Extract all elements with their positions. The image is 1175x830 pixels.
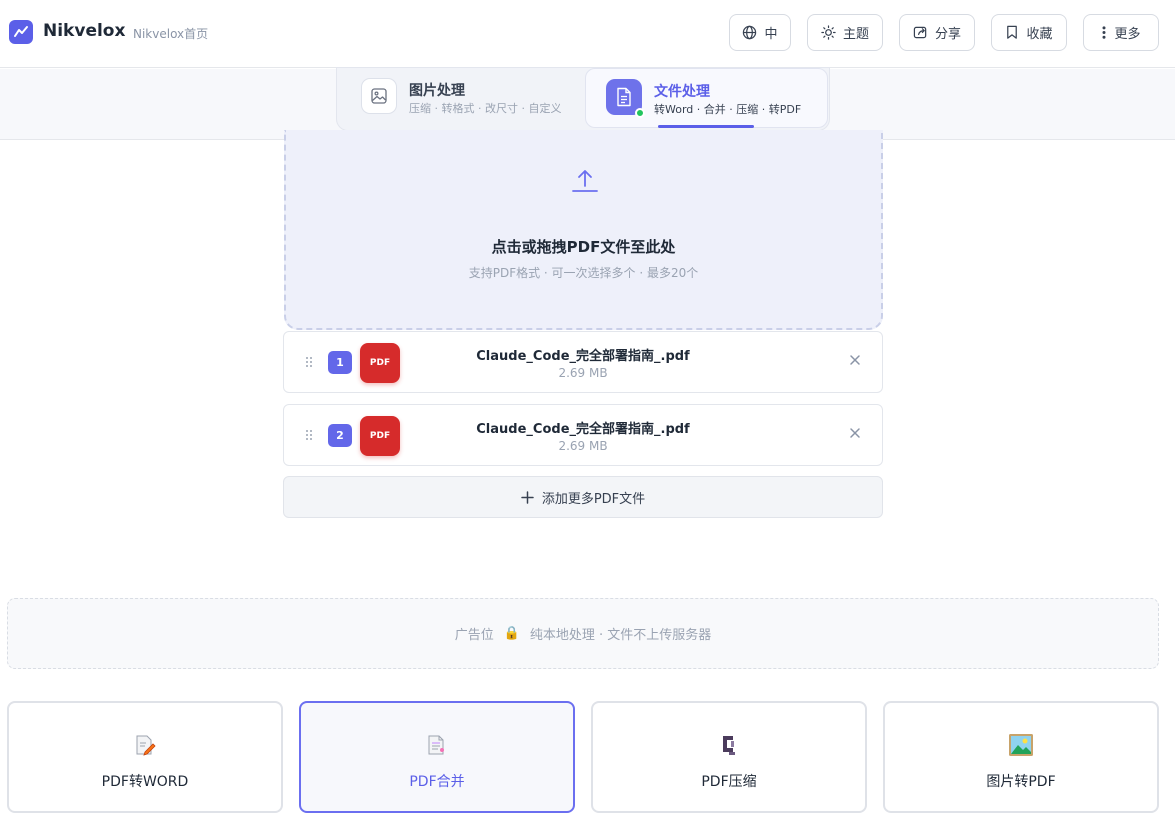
top-header: Nikvelox Nikvelox首页 中 主题 分享 收藏 更多: [0, 0, 1175, 68]
tool-image-to-pdf[interactable]: 图片转PDF: [883, 701, 1159, 813]
language-label: 中: [764, 27, 778, 42]
tool-pdf-merge[interactable]: PDF合并: [299, 701, 575, 813]
theme-button[interactable]: 主题: [807, 14, 883, 51]
tool-pdf-to-word[interactable]: PDF转WORD: [7, 701, 283, 813]
clamp-icon: [723, 736, 735, 755]
share-icon: [913, 26, 927, 39]
status-dot: [635, 108, 645, 118]
file-size: 2.69 MB: [558, 439, 608, 453]
upload-icon: [572, 170, 598, 192]
more-button[interactable]: 更多: [1083, 14, 1159, 51]
tab-subtitle: 转Word · 合并 · 压缩 · 转PDF: [654, 103, 802, 116]
image-icon: [361, 78, 397, 114]
tool-label: PDF转WORD: [101, 774, 189, 790]
tab-title: 文件处理: [654, 84, 710, 100]
plus-icon: [521, 490, 534, 504]
tab-title: 图片处理: [409, 83, 465, 99]
file-row[interactable]: 1 PDF Claude_Code_完全部署指南_.pdf 2.69 MB: [283, 331, 883, 393]
dropzone-subtitle: 支持PDF格式 · 可一次选择多个 · 最多20个: [468, 266, 699, 280]
more-label: 更多: [1114, 27, 1141, 42]
privacy-notice: 纯本地处理 · 文件不上传服务器: [529, 628, 712, 643]
share-button[interactable]: 分享: [899, 14, 975, 51]
file-size: 2.69 MB: [558, 366, 608, 380]
home-link[interactable]: Nikvelox首页: [133, 25, 208, 42]
tab-file-processing[interactable]: 文件处理 转Word · 合并 · 压缩 · 转PDF: [585, 68, 828, 128]
dropzone-title: 点击或拖拽PDF文件至此处: [491, 238, 676, 256]
tab-subtitle: 压缩 · 转格式 · 改尺寸 · 自定义: [409, 102, 562, 115]
tool-label: PDF压缩: [701, 774, 757, 790]
globe-icon: [743, 25, 757, 40]
ad-label: 广告位: [454, 628, 494, 643]
mode-tabs: 图片处理 压缩 · 转格式 · 改尺寸 · 自定义 文件处理 转Word · 合…: [336, 67, 830, 131]
pencil-doc-icon: [136, 735, 156, 756]
sun-icon: [821, 25, 836, 40]
bookmark-icon: [1007, 25, 1018, 39]
brand-name[interactable]: Nikvelox: [43, 21, 125, 41]
ad-banner: 广告位 🔒 纯本地处理 · 文件不上传服务器: [7, 598, 1159, 669]
file-name: Claude_Code_完全部署指南_.pdf: [476, 422, 690, 437]
active-tab-indicator: [658, 125, 754, 128]
logo-icon[interactable]: [9, 20, 33, 44]
pdf-dropzone[interactable]: 点击或拖拽PDF文件至此处 支持PDF格式 · 可一次选择多个 · 最多20个: [284, 130, 883, 330]
document-icon: [606, 79, 645, 118]
bookmark-button[interactable]: 收藏: [991, 14, 1067, 51]
file-row[interactable]: 2 PDF Claude_Code_完全部署指南_.pdf 2.69 MB: [283, 404, 883, 466]
lock-icon: 🔒: [503, 626, 520, 641]
tool-label: PDF合并: [409, 774, 465, 790]
share-label: 分享: [934, 27, 961, 42]
bookmark-label: 收藏: [1026, 27, 1053, 42]
tool-label: 图片转PDF: [986, 774, 1056, 790]
tab-image-processing[interactable]: 图片处理 压缩 · 转格式 · 改尺寸 · 自定义: [337, 68, 585, 128]
more-dots-icon: [1102, 26, 1106, 39]
language-button[interactable]: 中: [729, 14, 791, 51]
merge-doc-icon: [428, 735, 444, 755]
add-more-label: 添加更多PDF文件: [541, 491, 646, 507]
add-more-files-button[interactable]: 添加更多PDF文件: [283, 476, 883, 518]
file-name: Claude_Code_完全部署指南_.pdf: [476, 349, 690, 364]
tool-pdf-compress[interactable]: PDF压缩: [591, 701, 867, 813]
remove-file-icon[interactable]: [849, 427, 861, 439]
remove-file-icon[interactable]: [849, 354, 861, 366]
picture-icon: [1009, 734, 1033, 756]
theme-label: 主题: [842, 27, 869, 42]
